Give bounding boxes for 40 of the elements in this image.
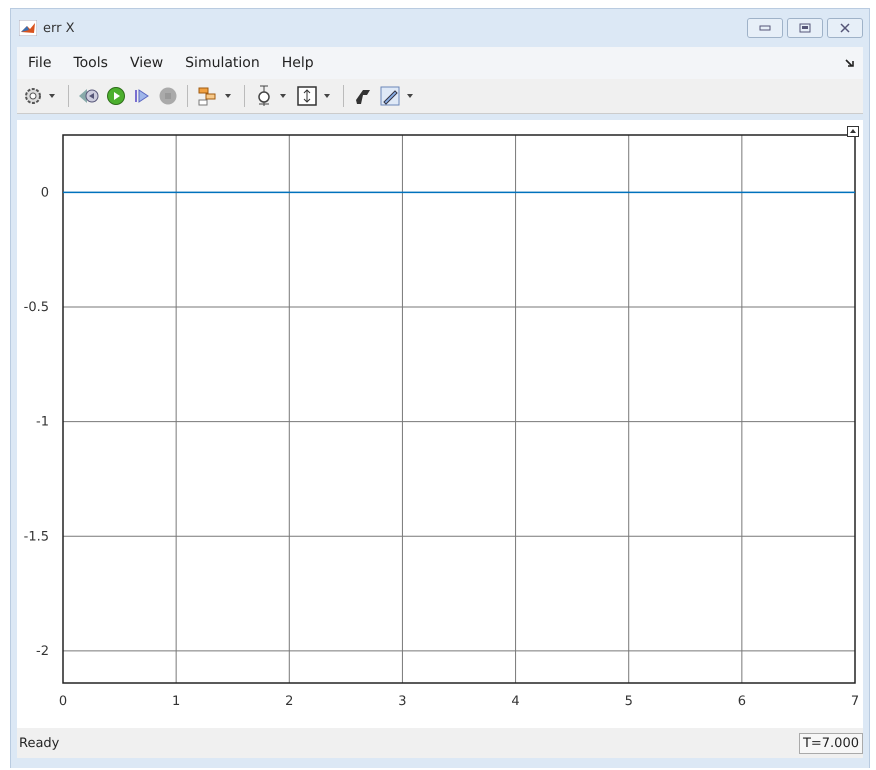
dropdown-caret-icon[interactable] [324,94,330,98]
simulation-time: T=7.000 [798,732,863,754]
x-tick-label: 5 [624,694,633,709]
minimize-icon [759,24,771,32]
dropdown-caret-icon[interactable] [49,94,55,98]
dropdown-caret-icon[interactable] [407,94,413,98]
close-button[interactable] [827,18,863,38]
menu-item[interactable]: Help [270,55,325,71]
maximize-button[interactable] [787,18,823,38]
menu-item[interactable]: Simulation [174,55,271,71]
app-logo-icon [19,20,37,36]
y-tick-label: -1.5 [24,529,49,544]
y-tick-label: -0.5 [24,300,49,315]
expand-icon[interactable] [847,126,859,137]
maximize-icon [799,23,811,33]
window-title: err X [43,20,74,36]
pencil-icon[interactable] [379,85,401,107]
x-tick-label: 1 [172,694,180,709]
settings-icon[interactable] [23,86,43,106]
minimize-button[interactable] [747,18,783,38]
dropdown-caret-icon[interactable] [225,94,231,98]
x-tick-label: 0 [58,694,68,709]
y-tick-label: 0 [40,185,49,200]
x-tick-label: 6 [738,694,746,709]
run-icon[interactable] [106,86,126,106]
x-tick-label: 3 [398,694,407,709]
dropdown-caret-icon[interactable] [280,94,286,98]
close-icon [839,23,851,33]
fit-to-view-icon[interactable] [296,85,318,107]
undock-arrow-icon[interactable] [845,58,855,68]
step-back-icon[interactable] [78,86,100,106]
x-tick-label: 2 [285,694,294,709]
x-tick-label: 4 [511,694,520,709]
menu-item[interactable]: Tools [62,55,119,71]
menu-item[interactable]: View [118,55,174,71]
y-tick-label: -1 [36,414,49,430]
x-tick-label: 7 [850,694,860,709]
y-tick-label: -2 [36,644,49,659]
status-text: Ready [18,736,60,750]
menu-item[interactable]: File [17,55,62,71]
